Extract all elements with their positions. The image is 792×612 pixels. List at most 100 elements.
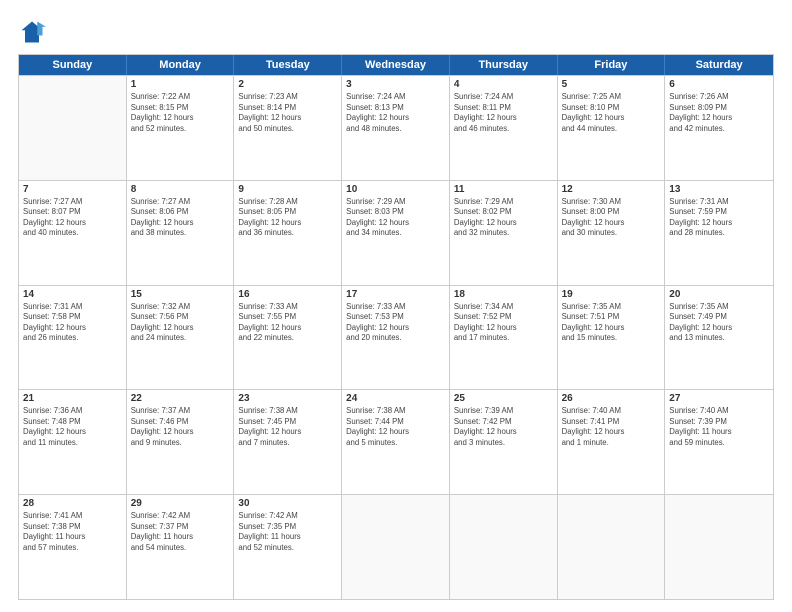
cell-info: Sunrise: 7:31 AM Sunset: 7:58 PM Dayligh…	[23, 302, 122, 344]
header-day-wednesday: Wednesday	[342, 55, 450, 75]
calendar-cell-empty-4-5	[558, 495, 666, 599]
cell-info: Sunrise: 7:27 AM Sunset: 8:06 PM Dayligh…	[131, 197, 230, 239]
cell-info: Sunrise: 7:28 AM Sunset: 8:05 PM Dayligh…	[238, 197, 337, 239]
calendar-header: SundayMondayTuesdayWednesdayThursdayFrid…	[19, 55, 773, 75]
calendar-cell-26: 26Sunrise: 7:40 AM Sunset: 7:41 PM Dayli…	[558, 390, 666, 494]
calendar-cell-2: 2 Sunrise: 7:23 AM Sunset: 8:14 PM Daylig…	[234, 76, 342, 180]
cell-day-number: 20	[669, 289, 769, 300]
cell-info: Sunrise: 7:30 AM Sunset: 8:00 PM Dayligh…	[562, 197, 661, 239]
cell-day-number: 4	[454, 79, 553, 90]
cell-day-number: 18	[454, 289, 553, 300]
cell-day-number: 19	[562, 289, 661, 300]
cell-day-number: 7	[23, 184, 122, 195]
cell-day-number: 24	[346, 393, 445, 404]
calendar-cell-19: 19Sunrise: 7:35 AM Sunset: 7:51 PM Dayli…	[558, 286, 666, 390]
calendar-cell-14: 14Sunrise: 7:31 AM Sunset: 7:58 PM Dayli…	[19, 286, 127, 390]
header-day-monday: Monday	[127, 55, 235, 75]
cell-info: Sunrise: 7:38 AM Sunset: 7:45 PM Dayligh…	[238, 406, 337, 448]
header-day-sunday: Sunday	[19, 55, 127, 75]
cell-info: Sunrise: 7:36 AM Sunset: 7:48 PM Dayligh…	[23, 406, 122, 448]
calendar-cell-6: 6 Sunrise: 7:26 AM Sunset: 8:09 PM Daylig…	[665, 76, 773, 180]
cell-info: Sunrise: 7:26 AM Sunset: 8:09 PM Dayligh…	[669, 92, 769, 134]
cell-info: Sunrise: 7:29 AM Sunset: 8:03 PM Dayligh…	[346, 197, 445, 239]
cell-info: Sunrise: 7:40 AM Sunset: 7:41 PM Dayligh…	[562, 406, 661, 448]
cell-info: Sunrise: 7:23 AM Sunset: 8:14 PM Dayligh…	[238, 92, 337, 134]
calendar-cell-22: 22Sunrise: 7:37 AM Sunset: 7:46 PM Dayli…	[127, 390, 235, 494]
calendar-cell-21: 21 Sunrise: 7:36 AM Sunset: 7:48 PM Dayli…	[19, 390, 127, 494]
cell-day-number: 30	[238, 498, 337, 509]
cell-day-number: 2	[238, 79, 337, 90]
calendar-cell-12: 12 Sunrise: 7:30 AM Sunset: 8:00 PM Dayli…	[558, 181, 666, 285]
header-day-saturday: Saturday	[665, 55, 773, 75]
cell-info: Sunrise: 7:24 AM Sunset: 8:13 PM Dayligh…	[346, 92, 445, 134]
calendar-cell-13: 13Sunrise: 7:31 AM Sunset: 7:59 PM Dayli…	[665, 181, 773, 285]
header-day-friday: Friday	[558, 55, 666, 75]
cell-info: Sunrise: 7:38 AM Sunset: 7:44 PM Dayligh…	[346, 406, 445, 448]
calendar-cell-7: 7 Sunrise: 7:27 AM Sunset: 8:07 PM Daylig…	[19, 181, 127, 285]
cell-day-number: 17	[346, 289, 445, 300]
cell-day-number: 15	[131, 289, 230, 300]
calendar-cell-8: 8 Sunrise: 7:27 AM Sunset: 8:06 PM Daylig…	[127, 181, 235, 285]
calendar-cell-24: 24 Sunrise: 7:38 AM Sunset: 7:44 PM Dayli…	[342, 390, 450, 494]
calendar-cell-23: 23Sunrise: 7:38 AM Sunset: 7:45 PM Dayli…	[234, 390, 342, 494]
calendar-cell-11: 11 Sunrise: 7:29 AM Sunset: 8:02 PM Dayli…	[450, 181, 558, 285]
cell-day-number: 6	[669, 79, 769, 90]
calendar-cell-20: 20 Sunrise: 7:35 AM Sunset: 7:49 PM Dayli…	[665, 286, 773, 390]
calendar-cell-27: 27 Sunrise: 7:40 AM Sunset: 7:39 PM Dayli…	[665, 390, 773, 494]
calendar-row-0: 1 Sunrise: 7:22 AM Sunset: 8:15 PM Daylig…	[19, 75, 773, 180]
cell-info: Sunrise: 7:29 AM Sunset: 8:02 PM Dayligh…	[454, 197, 553, 239]
calendar-row-2: 14Sunrise: 7:31 AM Sunset: 7:58 PM Dayli…	[19, 285, 773, 390]
cell-day-number: 12	[562, 184, 661, 195]
calendar-row-3: 21 Sunrise: 7:36 AM Sunset: 7:48 PM Dayli…	[19, 389, 773, 494]
calendar-cell-18: 18Sunrise: 7:34 AM Sunset: 7:52 PM Dayli…	[450, 286, 558, 390]
logo-icon	[18, 18, 46, 46]
calendar-cell-10: 10 Sunrise: 7:29 AM Sunset: 8:03 PM Dayli…	[342, 181, 450, 285]
cell-info: Sunrise: 7:42 AM Sunset: 7:37 PM Dayligh…	[131, 511, 230, 553]
cell-info: Sunrise: 7:40 AM Sunset: 7:39 PM Dayligh…	[669, 406, 769, 448]
cell-day-number: 1	[131, 79, 230, 90]
cell-info: Sunrise: 7:27 AM Sunset: 8:07 PM Dayligh…	[23, 197, 122, 239]
header-day-thursday: Thursday	[450, 55, 558, 75]
calendar-cell-empty-0-0	[19, 76, 127, 180]
cell-info: Sunrise: 7:33 AM Sunset: 7:53 PM Dayligh…	[346, 302, 445, 344]
cell-day-number: 9	[238, 184, 337, 195]
cell-info: Sunrise: 7:25 AM Sunset: 8:10 PM Dayligh…	[562, 92, 661, 134]
cell-day-number: 21	[23, 393, 122, 404]
calendar-cell-empty-4-3	[342, 495, 450, 599]
calendar-cell-29: 29 Sunrise: 7:42 AM Sunset: 7:37 PM Dayli…	[127, 495, 235, 599]
cell-info: Sunrise: 7:35 AM Sunset: 7:49 PM Dayligh…	[669, 302, 769, 344]
cell-day-number: 27	[669, 393, 769, 404]
cell-info: Sunrise: 7:33 AM Sunset: 7:55 PM Dayligh…	[238, 302, 337, 344]
cell-day-number: 13	[669, 184, 769, 195]
cell-day-number: 29	[131, 498, 230, 509]
cell-day-number: 8	[131, 184, 230, 195]
cell-info: Sunrise: 7:22 AM Sunset: 8:15 PM Dayligh…	[131, 92, 230, 134]
header-day-tuesday: Tuesday	[234, 55, 342, 75]
calendar-cell-16: 16 Sunrise: 7:33 AM Sunset: 7:55 PM Dayli…	[234, 286, 342, 390]
calendar-cell-15: 15Sunrise: 7:32 AM Sunset: 7:56 PM Dayli…	[127, 286, 235, 390]
calendar-cell-9: 9 Sunrise: 7:28 AM Sunset: 8:05 PM Daylig…	[234, 181, 342, 285]
page: SundayMondayTuesdayWednesdayThursdayFrid…	[0, 0, 792, 612]
calendar-body: 1 Sunrise: 7:22 AM Sunset: 8:15 PM Daylig…	[19, 75, 773, 599]
calendar-cell-empty-4-6	[665, 495, 773, 599]
header	[18, 18, 774, 46]
calendar: SundayMondayTuesdayWednesdayThursdayFrid…	[18, 54, 774, 600]
cell-day-number: 11	[454, 184, 553, 195]
calendar-cell-25: 25Sunrise: 7:39 AM Sunset: 7:42 PM Dayli…	[450, 390, 558, 494]
cell-day-number: 16	[238, 289, 337, 300]
calendar-cell-28: 28Sunrise: 7:41 AM Sunset: 7:38 PM Dayli…	[19, 495, 127, 599]
cell-info: Sunrise: 7:24 AM Sunset: 8:11 PM Dayligh…	[454, 92, 553, 134]
calendar-cell-4: 4 Sunrise: 7:24 AM Sunset: 8:11 PM Daylig…	[450, 76, 558, 180]
cell-day-number: 28	[23, 498, 122, 509]
cell-day-number: 10	[346, 184, 445, 195]
calendar-cell-30: 30Sunrise: 7:42 AM Sunset: 7:35 PM Dayli…	[234, 495, 342, 599]
logo	[18, 18, 50, 46]
calendar-cell-empty-4-4	[450, 495, 558, 599]
calendar-cell-3: 3 Sunrise: 7:24 AM Sunset: 8:13 PM Daylig…	[342, 76, 450, 180]
cell-info: Sunrise: 7:37 AM Sunset: 7:46 PM Dayligh…	[131, 406, 230, 448]
cell-day-number: 3	[346, 79, 445, 90]
calendar-cell-1: 1 Sunrise: 7:22 AM Sunset: 8:15 PM Daylig…	[127, 76, 235, 180]
calendar-row-1: 7 Sunrise: 7:27 AM Sunset: 8:07 PM Daylig…	[19, 180, 773, 285]
calendar-cell-17: 17 Sunrise: 7:33 AM Sunset: 7:53 PM Dayli…	[342, 286, 450, 390]
calendar-cell-5: 5Sunrise: 7:25 AM Sunset: 8:10 PM Daylig…	[558, 76, 666, 180]
